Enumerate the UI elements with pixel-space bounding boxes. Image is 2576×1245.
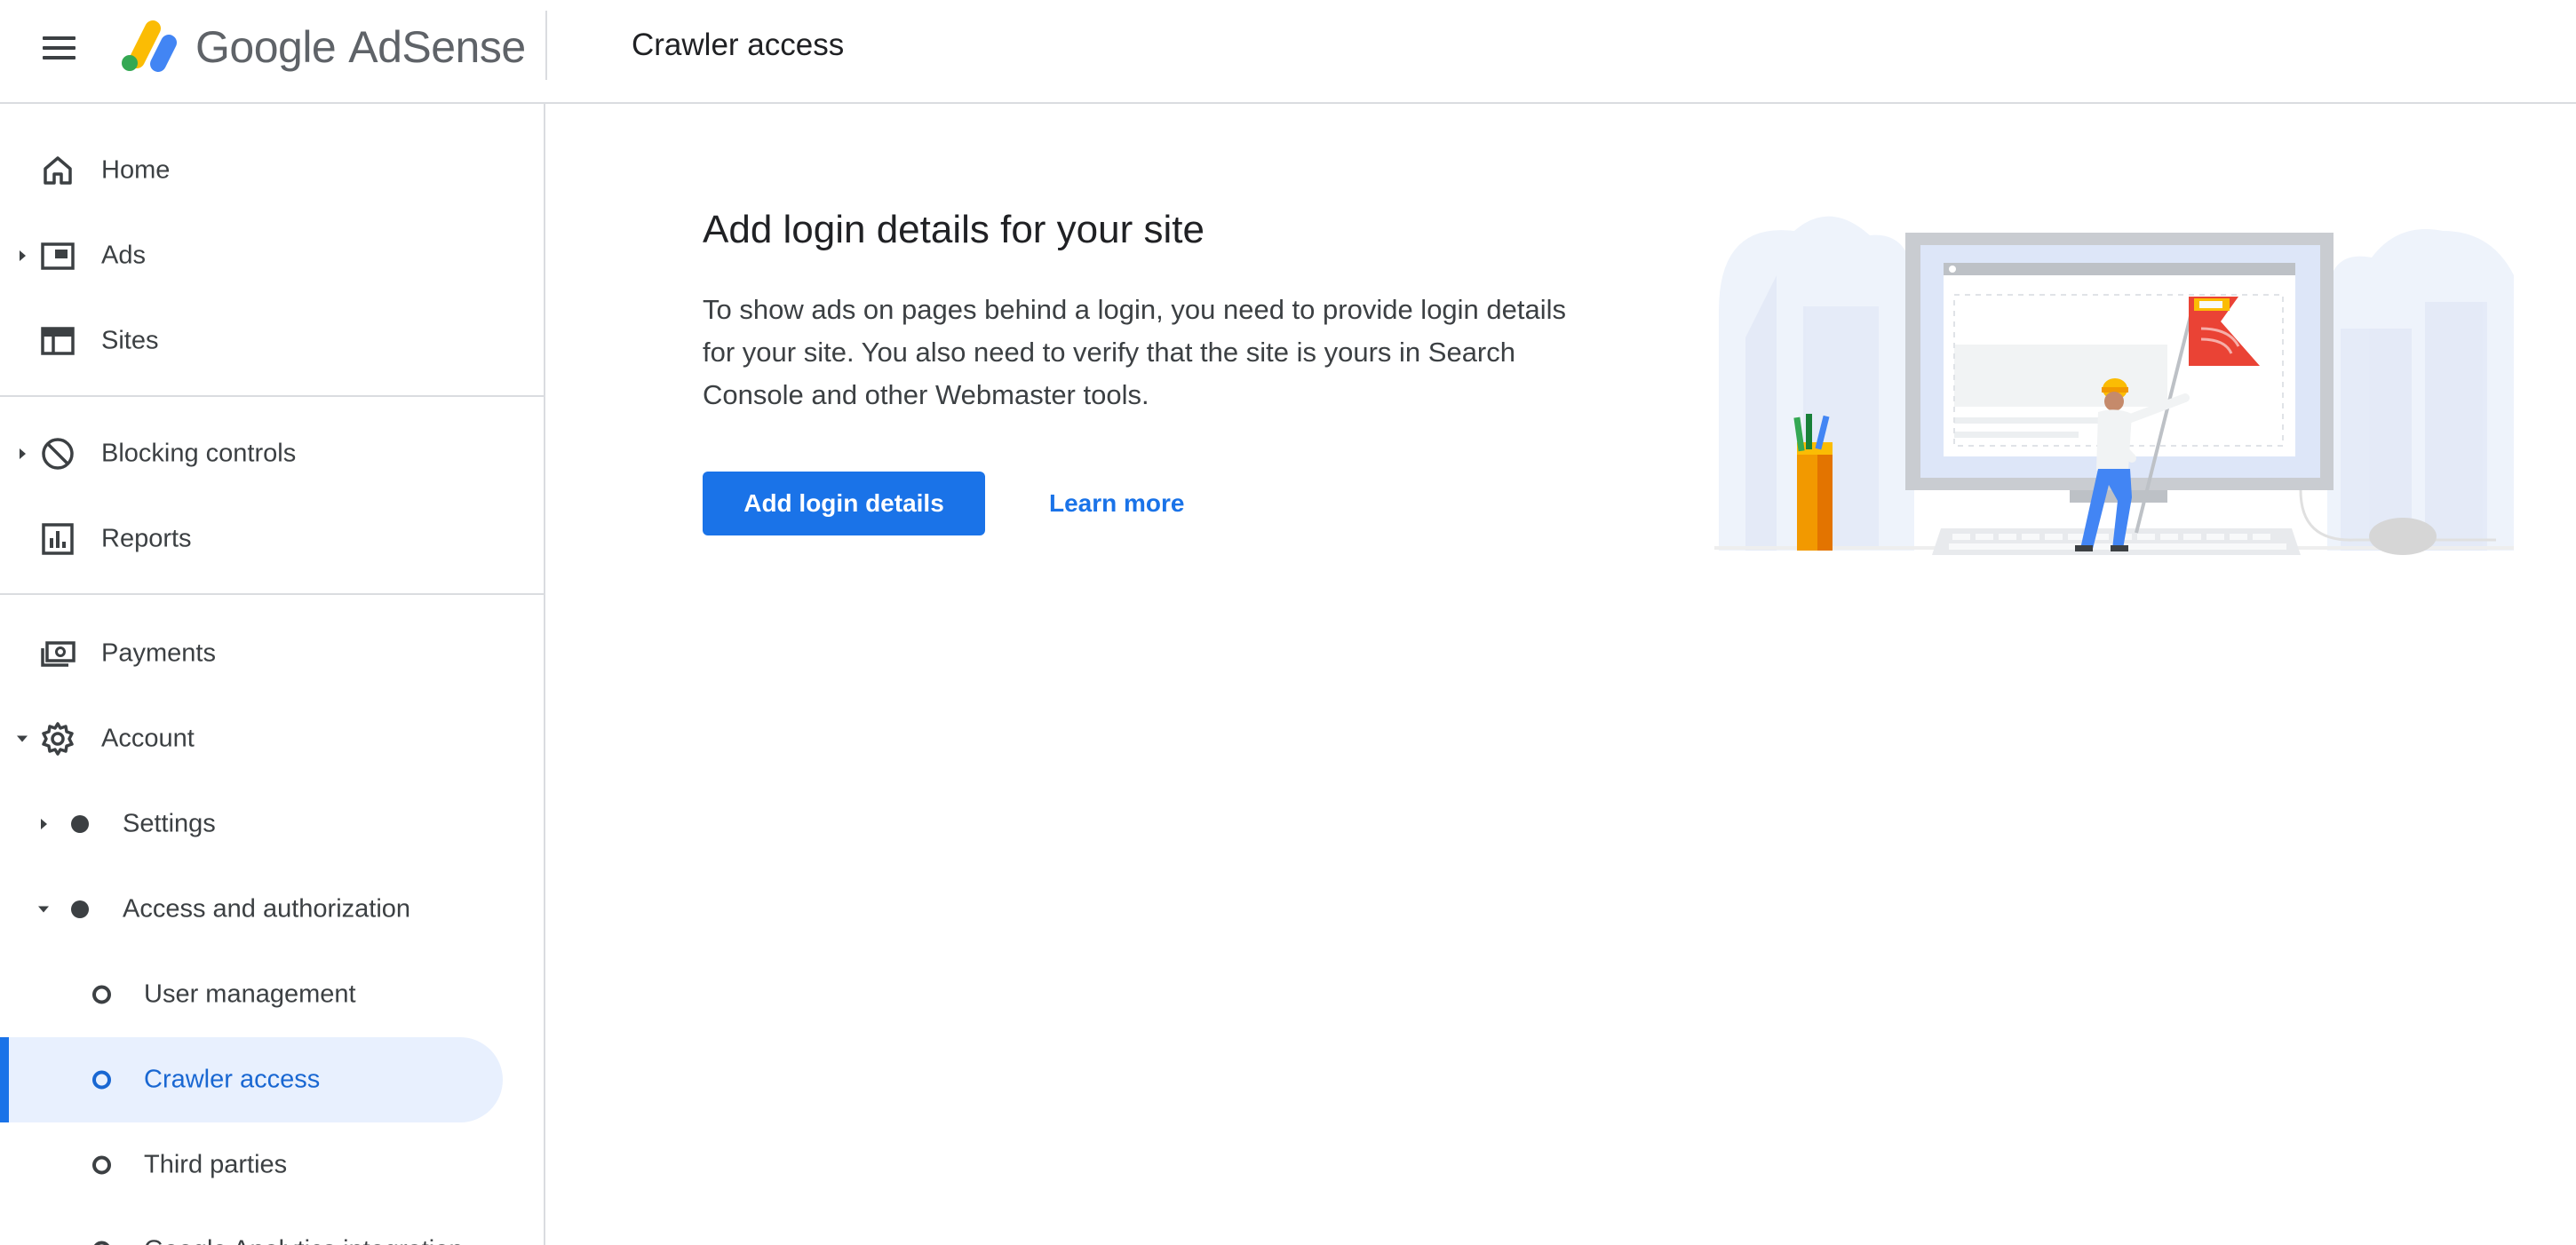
active-indicator	[0, 1037, 9, 1122]
gear-icon	[40, 721, 76, 757]
brand-product: AdSense	[348, 22, 526, 72]
sidebar-nav: Home Ads Sites Blocking controls Reports…	[0, 104, 545, 1245]
sidebar-item-google-analytics-integration[interactable]: Google Analytics integration	[0, 1208, 503, 1245]
sidebar-item-label: Home	[101, 155, 171, 185]
sidebar-item-label: Crawler access	[144, 1065, 321, 1094]
expand-arrow-icon[interactable]	[20, 448, 26, 459]
sidebar-item-sites[interactable]: Sites	[0, 298, 503, 384]
add-login-details-button[interactable]: Add login details	[703, 472, 985, 535]
menu-bar	[43, 56, 76, 59]
collapse-arrow-icon[interactable]	[38, 906, 49, 913]
section-title: Add login details for your site	[703, 208, 1205, 251]
sidebar-divider	[0, 395, 544, 397]
header-divider	[545, 11, 547, 80]
sidebar-item-label: Settings	[123, 809, 216, 838]
reports-icon	[40, 521, 76, 557]
sidebar-item-label: Account	[101, 724, 195, 753]
sidebar-item-crawler-access[interactable]: Crawler access	[0, 1037, 503, 1122]
sidebar-item-label: Access and authorization	[123, 894, 411, 924]
sidebar-item-reports[interactable]: Reports	[0, 496, 503, 582]
sidebar-item-third-parties[interactable]: Third parties	[0, 1122, 503, 1208]
expand-arrow-icon[interactable]	[20, 250, 26, 261]
sidebar-divider	[0, 593, 544, 595]
payments-icon	[40, 636, 76, 671]
sidebar-item-ads[interactable]: Ads	[0, 213, 503, 298]
sidebar-item-payments[interactable]: Payments	[0, 611, 503, 696]
sidebar-item-home[interactable]: Home	[0, 128, 503, 213]
adsense-logo-icon	[114, 14, 181, 76]
bullet-outline-icon	[92, 1070, 111, 1090]
sidebar-item-blocking-controls[interactable]: Blocking controls	[0, 411, 503, 496]
sidebar-item-label: User management	[144, 979, 356, 1009]
ads-icon	[40, 238, 76, 274]
home-icon	[40, 153, 76, 188]
expand-arrow-icon[interactable]	[41, 819, 47, 829]
sidebar-item-account[interactable]: Account	[0, 696, 503, 781]
section-description: To show ads on pages behind a login, you…	[703, 294, 1567, 410]
sidebar-item-label: Sites	[101, 326, 159, 355]
bullet-outline-icon	[92, 1241, 111, 1245]
sidebar-item-label: Ads	[101, 241, 146, 270]
learn-more-link[interactable]: Learn more	[1026, 472, 1208, 535]
page-title: Crawler access	[632, 28, 845, 62]
block-icon	[40, 436, 76, 472]
sites-icon	[40, 323, 76, 359]
bullet-outline-icon	[92, 985, 111, 1004]
top-app-bar: Google AdSense Crawler access	[0, 0, 2576, 104]
brand-name: Google AdSense	[195, 21, 526, 76]
sidebar-item-label: Google Analytics integration	[144, 1236, 464, 1245]
main-menu-button[interactable]	[27, 23, 92, 73]
collapse-arrow-icon[interactable]	[17, 735, 28, 742]
sidebar-item-label: Reports	[101, 524, 192, 553]
bullet-filled-icon	[71, 900, 89, 918]
sidebar-item-access-and-authorization[interactable]: Access and authorization	[0, 867, 503, 952]
menu-bar	[43, 36, 76, 40]
sidebar-item-label: Blocking controls	[101, 439, 297, 468]
sidebar-item-label: Third parties	[144, 1150, 288, 1179]
menu-bar	[43, 46, 76, 50]
bullet-outline-icon	[92, 1155, 111, 1175]
brand-google: Google	[195, 22, 337, 72]
sidebar-item-user-management[interactable]: User management	[0, 952, 503, 1037]
sidebar-item-settings[interactable]: Settings	[0, 781, 503, 867]
bullet-filled-icon	[71, 815, 89, 833]
sidebar-item-label: Payments	[101, 638, 216, 668]
crawler-illustration	[1714, 204, 2514, 568]
